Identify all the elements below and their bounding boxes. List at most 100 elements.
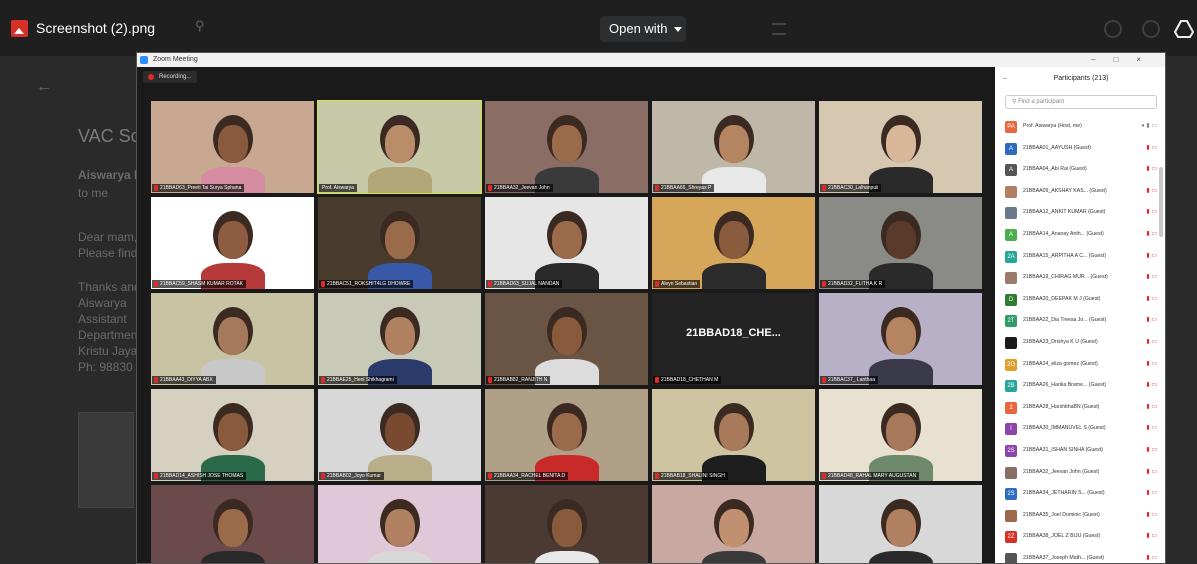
mic-muted-icon: [822, 185, 826, 191]
participant-video-tile[interactable]: 21BBAA34_RACHEL BENITA D: [485, 389, 648, 481]
participant-list-item[interactable]: 21BBAA19_CHIRAG MUR... (Guest) ▮ ▭: [1003, 268, 1159, 290]
participant-name: 21BBAA32_Jeevan John (Guest): [1023, 468, 1100, 475]
back-arrow-icon[interactable]: ←: [36, 78, 52, 96]
maximize-button[interactable]: □: [1113, 55, 1136, 64]
participant-video-tile[interactable]: 21BBAC59_SHASM KUMAR ROTAK: [151, 197, 314, 289]
participant-name-label: 21BBAC51_ROKSHIT4LG DHOWRE: [319, 280, 414, 288]
participant-list-item[interactable]: 21BBAA37_Joseph Math... (Guest) ▮ ▭: [1003, 549, 1159, 563]
person-face: [886, 221, 916, 259]
participant-list-item[interactable]: 2S 21BBAA31_ISHAN SINHA (Guest) ▮ ▭: [1003, 441, 1159, 463]
participant-video-tile[interactable]: 21BBAB18_SHALINI SINGH: [652, 389, 815, 481]
mic-video-muted-icon: ▮ ▭: [1146, 533, 1157, 540]
attachment-thumbnail[interactable]: [78, 412, 134, 508]
participant-name-label: 21BBAC37_ Lanthaa: [820, 376, 878, 384]
participant-name: 21BBAA23_Drishya K U (Guest): [1023, 338, 1098, 345]
participant-name-text: 21BBAA34_RACHEL BENITA D: [494, 473, 566, 479]
participant-video-tile[interactable]: Aleyn Sebastian: [652, 197, 815, 289]
participant-video-tile[interactable]: [485, 485, 648, 563]
file-name: Screenshot (2).png: [36, 20, 156, 36]
participant-list-item[interactable]: 2S 21BBAA34_JETHARIN S... (Guest) ▮ ▭: [1003, 484, 1159, 506]
avatar: A: [1005, 164, 1017, 177]
participant-list-scrollbar[interactable]: [1159, 167, 1163, 237]
participant-name-label: 21BBAB02_Joyo Kumar: [319, 472, 384, 480]
participant-list-item[interactable]: 2 21BBAA28_HarshithaBN (Guest) ▮ ▭: [1003, 398, 1159, 420]
mic-muted-icon: [488, 377, 492, 383]
participant-list-item[interactable]: 2Z 21BBAA38_JOEL Z BIJU (Guest) ▮ ▭: [1003, 527, 1159, 549]
participant-list-item[interactable]: D 21BBAA20_DEEPAK M J (Guest) ▮ ▭: [1003, 290, 1159, 312]
mic-muted-icon: [822, 473, 826, 479]
print-icon[interactable]: [1104, 20, 1122, 38]
participant-list-item[interactable]: A 21BBAA14_Ananay Anth... (Guest) ▮ ▭: [1003, 225, 1159, 247]
avatar: [1005, 207, 1017, 220]
mic-muted-icon: [822, 377, 826, 383]
video-feed: [151, 389, 314, 481]
participant-list-item[interactable]: 2G 21BBAA24_eliza gomez (Guest) ▮ ▭: [1003, 355, 1159, 377]
mic-muted-icon: [321, 281, 325, 287]
participant-name-label: 21BBAD32_FLITHA K R: [820, 280, 886, 288]
email-body-line: Please find: [78, 246, 138, 260]
participant-video-tile[interactable]: [318, 485, 481, 563]
close-button[interactable]: ×: [1136, 55, 1159, 64]
participant-video-tile[interactable]: 21BBAC37_ Lanthaa: [819, 293, 982, 385]
participant-name: 21BBAA26_Harika Brame... (Guest): [1023, 382, 1107, 389]
participant-list-item[interactable]: A 21BBAA01_AAYUSH (Guest) ▮ ▭: [1003, 139, 1159, 161]
participant-list-item[interactable]: I 21BBAA30_IMMANUVEL S (Guest) ▮ ▭: [1003, 419, 1159, 441]
video-feed: [652, 197, 815, 289]
participant-video-tile[interactable]: [819, 485, 982, 563]
participants-panel: – Participants (213) ⚲ Find a participan…: [995, 67, 1165, 563]
participant-list-item[interactable]: 21BBAA23_Drishya K U (Guest) ▮ ▭: [1003, 333, 1159, 355]
video-feed: [318, 389, 481, 481]
avatar: [1005, 552, 1017, 563]
participant-video-tile[interactable]: 21BBAE25_Henl Shikhagrami: [318, 293, 481, 385]
video-feed: [151, 293, 314, 385]
participant-list-item[interactable]: 21BBAA09_AKSHAY KAS... (Guest) ▮ ▭: [1003, 182, 1159, 204]
person-face: [218, 221, 248, 259]
participant-video-tile[interactable]: 21BBAA32_Jeevan John: [485, 101, 648, 193]
participant-list-item[interactable]: 2A 21BBAA15_ARPITHA A C... (Guest) ▮ ▭: [1003, 247, 1159, 269]
minimize-button[interactable]: –: [1091, 55, 1113, 64]
participant-name-label: 21BBAB82_RANJITH N: [486, 376, 551, 384]
person-face: [385, 317, 415, 355]
person-face: [552, 413, 582, 451]
participant-list-item[interactable]: A 21BBAA04_Abi Rai (Guest) ▮ ▭: [1003, 160, 1159, 182]
participant-video-tile[interactable]: Prof. Aiswarya: [317, 100, 482, 194]
drive-icon[interactable]: [1174, 19, 1194, 39]
participant-search-input[interactable]: ⚲ Find a participant: [1005, 95, 1157, 109]
mic-video-muted-icon: ▮ ▭: [1146, 446, 1157, 453]
participant-video-tile[interactable]: 21BBAA43_DIYYA ABX: [151, 293, 314, 385]
participant-list-item[interactable]: 2T 21BBAA22_Dia Treesa Jo... (Guest) ▮ ▭: [1003, 311, 1159, 333]
participant-video-tile[interactable]: 21BBAD63_SUJAL NANDAN: [485, 197, 648, 289]
mic-muted-icon: [655, 281, 659, 287]
participant-name-text: 21BBAA43_DIYYA ABX: [160, 377, 213, 383]
person-body: [702, 263, 766, 289]
search-icon: ⚲: [195, 18, 205, 33]
participant-list-item[interactable]: PA Prof. Aiswarya (Host, me) ● ▮ ▭: [1003, 117, 1159, 139]
mic-muted-icon: [321, 473, 325, 479]
person-face: [719, 413, 749, 451]
participant-list-item[interactable]: 21BBAA12_ANKIT KUMAR (Guest) ▮ ▭: [1003, 203, 1159, 225]
participant-list-item[interactable]: 2B 21BBAA26_Harika Brame... (Guest) ▮ ▭: [1003, 376, 1159, 398]
participant-video-tile[interactable]: 21BBAD48_RAHAL MARY AUGUSTAN: [819, 389, 982, 481]
participant-video-tile[interactable]: 21BBAA66_Shreyas P: [652, 101, 815, 193]
participant-video-tile[interactable]: 21BBAC30_Lalhanpuii: [819, 101, 982, 193]
email-subject: VAC Sc: [78, 126, 140, 146]
download-icon[interactable]: [1142, 20, 1160, 38]
participant-list-item[interactable]: 21BBAA32_Jeevan John (Guest) ▮ ▭: [1003, 463, 1159, 485]
participant-video-tile[interactable]: 21BBAD63_Preeti Tai Surya Sphana: [151, 101, 314, 193]
participant-name-label: 21BBAA32_Jeevan John: [486, 184, 553, 192]
participant-video-tile[interactable]: [151, 485, 314, 563]
recording-indicator[interactable]: Recording...: [143, 71, 198, 83]
open-with-button[interactable]: Open with: [600, 16, 686, 42]
participant-video-tile[interactable]: 21BBAD32_FLITHA K R: [819, 197, 982, 289]
participant-video-tile[interactable]: 21BBAC51_ROKSHIT4LG DHOWRE: [318, 197, 481, 289]
participant-video-tile[interactable]: 21BBAD18_CHE... 21BBAD18_CHETHAN M: [652, 293, 815, 385]
video-feed: [151, 101, 314, 193]
person-face: [218, 125, 248, 163]
participant-video-tile[interactable]: [652, 485, 815, 563]
participant-video-tile[interactable]: 21BBAB02_Joyo Kumar: [318, 389, 481, 481]
mic-video-muted-icon: ▮ ▭: [1146, 468, 1157, 475]
participant-video-tile[interactable]: 21BBAB82_RANJITH N: [485, 293, 648, 385]
participant-video-tile[interactable]: 21BBAD14_ASHISH JOSE THOMAS: [151, 389, 314, 481]
participant-list-item[interactable]: 21BBAA35_Joel Dominic (Guest) ▮ ▭: [1003, 506, 1159, 528]
person-face: [719, 221, 749, 259]
